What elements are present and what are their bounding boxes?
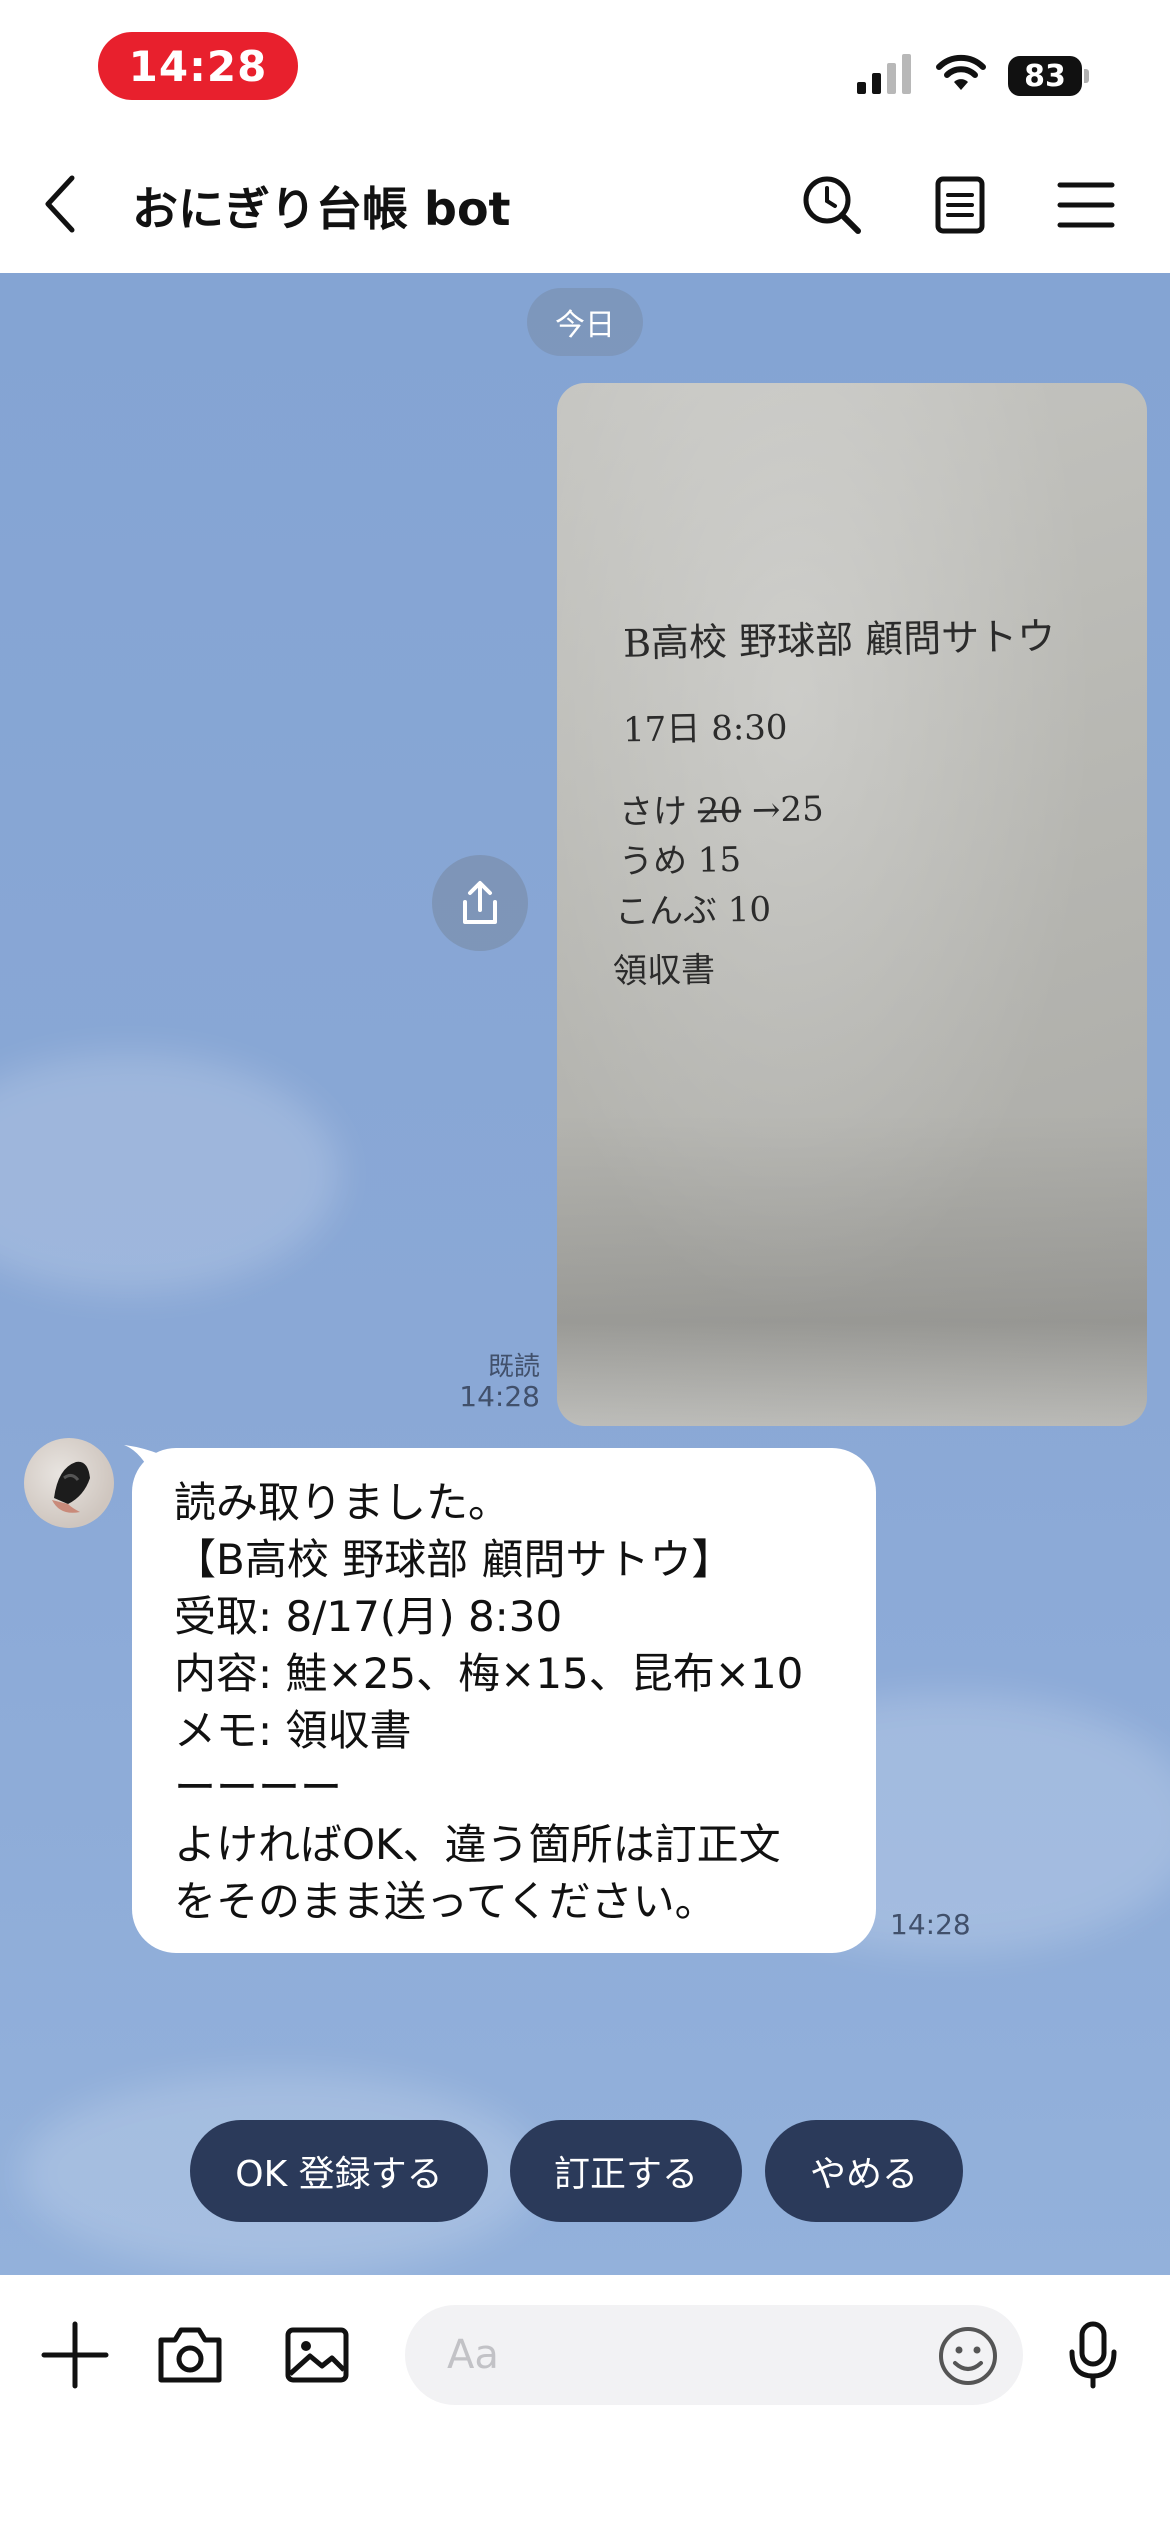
notes-icon[interactable] — [928, 173, 992, 237]
handwritten-fragment: さけ — [618, 791, 699, 833]
quick-reply-ok-register[interactable]: OK 登録する — [190, 2120, 488, 2222]
quick-reply-bar: OK 登録する 訂正する やめる — [0, 2120, 1170, 2222]
handwritten-line: 17日 8:30 — [622, 707, 788, 751]
back-button[interactable] — [30, 167, 90, 241]
handwritten-line: さけ 20 →25 — [619, 781, 824, 834]
read-receipt: 既読 — [487, 1352, 540, 1382]
share-icon — [463, 881, 497, 924]
bot-avatar[interactable] — [24, 1438, 114, 1528]
handwritten-line: 領収書 — [612, 950, 716, 992]
quick-reply-cancel[interactable]: やめる — [765, 2120, 963, 2222]
image-icon[interactable] — [282, 2320, 352, 2390]
quick-reply-correct[interactable]: 訂正する — [510, 2120, 742, 2222]
bot-message-text: 読み取りました。 【B高校 野球部 顧問サトウ】 受取: 8/17(月) 8:3… — [174, 1474, 864, 1930]
bot-message-line: 【B高校 野球部 顧問サトウ】 — [174, 1535, 734, 1584]
input-bar — [0, 2275, 1170, 2532]
message-time: 14:28 — [890, 1908, 971, 1941]
bot-message-line: よければOK、違う箇所は訂正文 — [174, 1820, 781, 1869]
handwritten-line: うめ 15 — [618, 839, 742, 883]
battery-cap — [1084, 69, 1089, 83]
share-button[interactable] — [432, 855, 528, 951]
date-separator: 今日 — [527, 288, 643, 356]
bot-message-line: ーーーー — [174, 1763, 343, 1812]
bot-message-bubble[interactable]: 読み取りました。 【B高校 野球部 顧問サトウ】 受取: 8/17(月) 8:3… — [132, 1448, 876, 1953]
menu-icon[interactable] — [1054, 173, 1118, 237]
wifi-icon — [936, 54, 986, 90]
battery-icon: 83 — [1008, 56, 1089, 96]
battery-level: 83 — [1008, 56, 1082, 96]
background-cloud — [0, 1053, 340, 1293]
avatar-image — [52, 1461, 90, 1513]
search-icon[interactable] — [800, 173, 864, 237]
cellular-signal-icon — [857, 54, 911, 94]
status-bar: 14:28 83 — [0, 0, 1170, 135]
handwritten-line: B高校 野球部 顧問サトウ — [622, 614, 1056, 666]
chat-area[interactable]: 今日 B高校 野球部 顧問サトウ 17日 8:30 さけ 20 →25 うめ 1… — [0, 273, 1170, 2275]
line-chat-screen: { "status_bar": { "time": "14:28", "batt… — [0, 0, 1170, 2532]
handwritten-strikethrough: 20 — [697, 790, 742, 832]
image-message[interactable]: B高校 野球部 顧問サトウ 17日 8:30 さけ 20 →25 うめ 15 こ… — [557, 383, 1147, 1426]
bot-message-line: 内容: 鮭×25、梅×15、昆布×10 — [174, 1649, 804, 1698]
chevron-left-icon — [45, 175, 75, 233]
plus-icon[interactable] — [40, 2320, 110, 2390]
emoji-icon[interactable] — [937, 2325, 999, 2387]
camera-icon[interactable] — [155, 2320, 225, 2390]
chat-title: おにぎり台帳 bot — [132, 182, 511, 236]
message-time: 14:28 — [459, 1380, 540, 1413]
handwritten-fragment: →25 — [740, 789, 825, 831]
bot-message-line: 読み取りました。 — [174, 1478, 511, 1527]
bot-message-line: をそのまま送ってください。 — [174, 1877, 717, 1926]
message-input[interactable] — [405, 2305, 1023, 2405]
bot-message-line: メモ: 領収書 — [174, 1706, 412, 1755]
microphone-icon[interactable] — [1058, 2320, 1128, 2390]
handwritten-line: こんぶ 10 — [614, 889, 772, 933]
bot-message-line: 受取: 8/17(月) 8:30 — [174, 1592, 563, 1641]
status-time: 14:28 — [98, 32, 298, 100]
chat-header: おにぎり台帳 bot — [0, 135, 1170, 273]
